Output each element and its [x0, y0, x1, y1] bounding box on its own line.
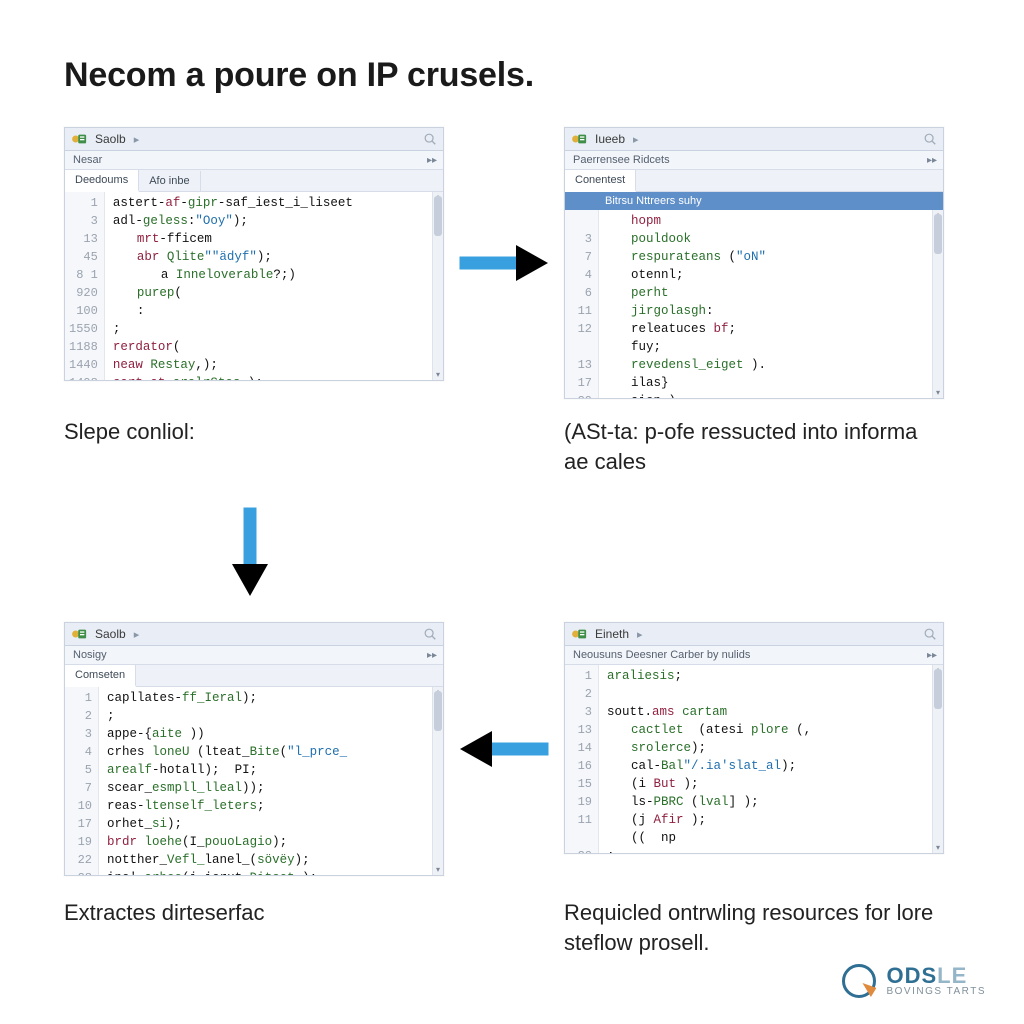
- chevron-icon: ▸: [134, 133, 140, 146]
- editor-titlebar: Saolb ▸: [65, 623, 443, 646]
- editor-title: Saolb: [95, 627, 126, 641]
- logo-mark-icon: [842, 964, 876, 998]
- code-area[interactable]: astert-af-gipr-saf_iest_i_liseetadl-gele…: [105, 192, 432, 380]
- editor-subtitle: Paerrensee Ridcets: [565, 151, 678, 169]
- editor-panel-c: Saolb ▸ Nosigy ▸▸ Comseten1234571017192228ca…: [64, 622, 444, 876]
- editor-badge: ▸▸: [421, 152, 443, 169]
- editor-subbar: Nosigy ▸▸: [65, 646, 443, 665]
- editor-subbar: Neousuns Deesner Carber by nulids ▸▸: [565, 646, 943, 665]
- editor-tab[interactable]: Comseten: [65, 665, 136, 687]
- editor-body: 1234571017192228capllates-ff_Ieral);;app…: [65, 687, 443, 875]
- editor-tabs: Conentest: [565, 170, 943, 192]
- editor-titlebar: Eineth ▸: [565, 623, 943, 646]
- caption-c: Extractes dirteserfac: [64, 876, 444, 928]
- editor-subtitle: Nosigy: [65, 646, 115, 664]
- scroll-thumb[interactable]: [934, 214, 942, 254]
- scroll-down-icon[interactable]: ▾: [433, 865, 443, 875]
- scrollbar[interactable]: ▴▾: [932, 665, 943, 853]
- search-icon[interactable]: [423, 132, 437, 146]
- editor-subtitle: Neousuns Deesner Carber by nulids: [565, 646, 758, 664]
- caption-b: (ASt-ta: p-ofe ressucted into informa ae…: [564, 399, 944, 476]
- editor-body: 123131416151911 2021araliesis; soutt.ams…: [565, 665, 943, 853]
- scroll-thumb[interactable]: [434, 196, 442, 236]
- scrollbar[interactable]: ▴▾: [932, 210, 943, 398]
- chevron-icon: ▸: [134, 628, 140, 641]
- editor-tab[interactable]: Deedoums: [65, 170, 139, 192]
- arrow-left-icon: [456, 725, 552, 773]
- scroll-thumb[interactable]: [934, 669, 942, 709]
- editor-titlebar: Saolb ▸: [65, 128, 443, 151]
- arrow-right-icon: [456, 239, 552, 287]
- code-area[interactable]: araliesis; soutt.ams cartamcactlet (ates…: [599, 665, 932, 853]
- page-title: Necom a poure on IP crusels.: [64, 56, 976, 95]
- app-logo-icon: [571, 132, 589, 146]
- editor-tabs: Comseten: [65, 665, 443, 687]
- scroll-down-icon[interactable]: ▾: [933, 388, 943, 398]
- editor-tab[interactable]: Conentest: [565, 170, 636, 192]
- editor-tab[interactable]: Afo inbe: [139, 171, 200, 191]
- editor-subbar: Paerrensee Ridcets ▸▸: [565, 151, 943, 170]
- chevron-icon: ▸: [633, 133, 639, 146]
- line-gutter: 1234571017192228: [65, 687, 99, 875]
- scroll-down-icon[interactable]: ▾: [433, 370, 443, 380]
- editor-badge: ▸▸: [921, 647, 943, 664]
- editor-titlebar: Iueeb ▸: [565, 128, 943, 151]
- line-gutter: 1313458 19201001550118814401498: [65, 192, 105, 380]
- arrow-down-icon: [226, 476, 282, 622]
- diagram-grid: Saolb▸Nesar▸▸DeedoumsAfo inbe1313458 192…: [64, 127, 976, 958]
- app-logo-icon: [571, 627, 589, 641]
- search-icon[interactable]: [923, 132, 937, 146]
- editor-title: Eineth: [595, 627, 629, 641]
- scroll-down-icon[interactable]: ▾: [933, 843, 943, 853]
- editor-body: 37461112 131729hopmpouldookrespurateans …: [565, 210, 943, 398]
- editor-panel-a: Saolb▸Nesar▸▸DeedoumsAfo inbe1313458 192…: [64, 127, 444, 381]
- editor-badge: ▸▸: [921, 152, 943, 169]
- app-logo-icon: [71, 627, 89, 641]
- editor-panel-d: Eineth ▸ Neousuns Deesner Carber by nulids…: [564, 622, 944, 854]
- editor-panel-b: Iueeb ▸ Paerrensee Ridcets ▸▸ ConentestBitrs…: [564, 127, 944, 399]
- search-icon[interactable]: [923, 627, 937, 641]
- editor-header-row: Bitrsu Nttreers suhy: [565, 192, 943, 210]
- editor-subbar: Nesar ▸▸: [65, 151, 443, 170]
- line-gutter: 123131416151911 2021: [565, 665, 599, 853]
- app-logo-icon: [71, 132, 89, 146]
- editor-title: Iueeb: [595, 132, 625, 146]
- search-icon[interactable]: [423, 627, 437, 641]
- editor-subtitle: Nesar: [65, 151, 110, 169]
- code-area[interactable]: hopmpouldookrespurateans ("oN"otennl;per…: [599, 210, 932, 398]
- editor-tabs: DeedoumsAfo inbe: [65, 170, 443, 192]
- line-gutter: 37461112 131729: [565, 210, 599, 398]
- caption-a: Slepe conliol:: [64, 399, 444, 447]
- scrollbar[interactable]: ▴▾: [432, 192, 443, 380]
- code-area[interactable]: capllates-ff_Ieral);;appe-{aite ))crhes …: [99, 687, 432, 875]
- logo-tagline: BOVINGS TARTS: [886, 987, 986, 997]
- chevron-icon: ▸: [637, 628, 643, 641]
- scrollbar[interactable]: ▴▾: [432, 687, 443, 875]
- editor-body: 1313458 19201001550118814401498astert-af…: [65, 192, 443, 380]
- caption-d: Requicled ontrwling resources for lore s…: [564, 876, 944, 957]
- logo-brand: ODSLE: [886, 965, 986, 987]
- footer-logo: ODSLE BOVINGS TARTS: [842, 964, 986, 998]
- editor-title: Saolb: [95, 132, 126, 146]
- editor-badge: ▸▸: [421, 647, 443, 664]
- scroll-thumb[interactable]: [434, 691, 442, 731]
